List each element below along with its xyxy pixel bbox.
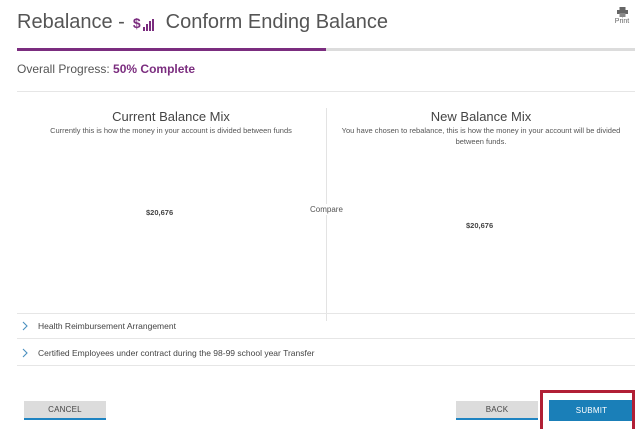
current-balance-panel: Current Balance Mix Currently this is ho… (17, 109, 325, 136)
bars-glyph (142, 18, 154, 31)
overall-progress-label: Overall Progress: (17, 62, 110, 76)
current-balance-amount: $20,676 (146, 208, 174, 217)
new-balance-description: You have chosen to rebalance, this is ho… (341, 126, 621, 146)
new-balance-title: New Balance Mix (430, 109, 532, 124)
step-title: Conform Ending Balance (165, 11, 388, 33)
title-prefix: Rebalance - (17, 11, 125, 33)
compare-label: Compare (308, 204, 345, 215)
page-title: Rebalance - $ Conform Ending Balance (17, 11, 388, 34)
print-button[interactable]: Print (611, 7, 633, 25)
account-label: Certified Employees under contract durin… (38, 347, 315, 358)
overall-progress: Overall Progress: 50% Complete (17, 62, 195, 76)
account-row-hra[interactable]: Health Reimbursement Arrangement (17, 313, 635, 339)
dollar-glyph: $ (132, 14, 141, 31)
new-balance-amount: $20,676 (466, 221, 494, 230)
progress-fill (17, 48, 326, 51)
progress-bar (17, 48, 635, 51)
account-label: Health Reimbursement Arrangement (38, 321, 176, 331)
chevron-right-icon (18, 321, 32, 331)
account-row-certified-employees[interactable]: Certified Employees under contract durin… (17, 340, 635, 366)
back-button[interactable]: BACK (456, 401, 538, 420)
section-divider (17, 91, 635, 92)
current-balance-title: Current Balance Mix (112, 109, 230, 124)
overall-progress-value: 50% Complete (113, 62, 196, 76)
page-header: Rebalance - $ Conform Ending Balance Pri… (0, 0, 641, 50)
current-balance-description: Currently this is how the money in your … (50, 126, 292, 135)
print-label: Print (614, 18, 630, 25)
new-balance-panel: New Balance Mix You have chosen to rebal… (327, 109, 635, 147)
cancel-button[interactable]: CANCEL (24, 401, 106, 420)
printer-icon (616, 7, 628, 17)
dollar-bars-icon: $ (133, 15, 154, 31)
submit-button[interactable]: SUBMIT (549, 400, 634, 421)
chevron-right-icon (18, 348, 32, 358)
